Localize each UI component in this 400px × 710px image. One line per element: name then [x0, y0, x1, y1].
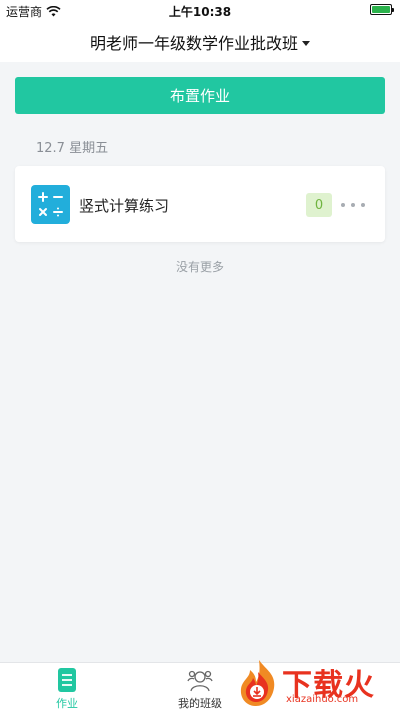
- nav-bar: 明老师一年级数学作业批改班: [0, 22, 400, 62]
- caret-down-icon: [302, 40, 310, 46]
- homework-card[interactable]: 竖式计算练习 0: [15, 166, 385, 242]
- status-bar: 运营商 上午10:38: [0, 0, 400, 22]
- class-selector[interactable]: 明老师一年级数学作业批改班: [90, 30, 310, 54]
- submission-count-badge: 0: [306, 193, 332, 217]
- tab-homework-label: 作业: [56, 697, 78, 710]
- more-dots-icon[interactable]: [341, 195, 365, 215]
- math-operators-icon: [31, 185, 70, 224]
- tab-my-class-label: 我的班级: [178, 697, 222, 710]
- tab-my-class[interactable]: 我的班级: [160, 667, 240, 710]
- dot: [361, 203, 365, 207]
- battery-cap: [392, 8, 394, 12]
- status-right: [370, 4, 394, 15]
- homework-list-icon: [58, 668, 76, 692]
- status-time: 上午10:38: [168, 5, 232, 19]
- homework-title: 竖式计算练习: [79, 197, 170, 215]
- tab-homework[interactable]: 作业: [27, 667, 107, 710]
- assign-homework-button[interactable]: 布置作业: [15, 77, 385, 114]
- watermark-subtitle: xiazaihuo.com: [286, 694, 359, 705]
- dot: [341, 203, 345, 207]
- watermark-logo: 下载火 xiazaihuo.com: [236, 656, 400, 710]
- nav-title: 明老师一年级数学作业批改班: [89, 34, 298, 53]
- date-group-label: 12.7 星期五: [36, 141, 109, 156]
- class-users-icon: [187, 670, 213, 692]
- flame-download-icon: [240, 660, 275, 706]
- battery-icon: [370, 4, 394, 15]
- no-more-label: 没有更多: [175, 260, 224, 274]
- dot: [351, 203, 355, 207]
- battery-level: [372, 6, 390, 13]
